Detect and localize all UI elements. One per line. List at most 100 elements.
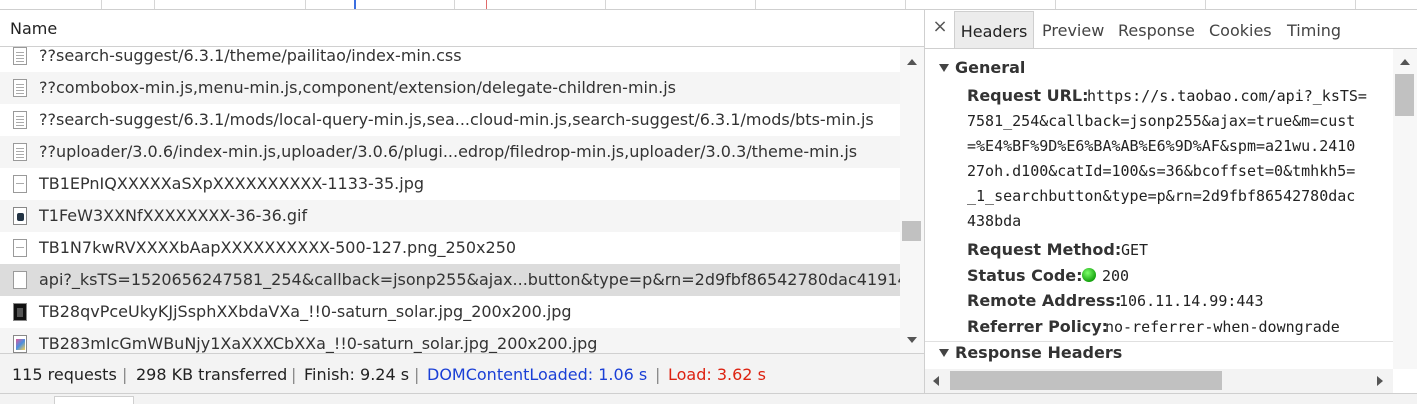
request-row[interactable]: TB283mIcGmWBuNjy1XaXXXCbXXa_!!0-saturn_s… (0, 328, 900, 353)
tab-response[interactable]: Response (1118, 11, 1195, 47)
request-row[interactable]: TB1EPnIQXXXXXaSXpXXXXXXXXXX-1133-35.jpg (0, 168, 900, 200)
scroll-up-arrow-icon[interactable] (907, 59, 917, 65)
scroll-right-arrow-icon[interactable] (1377, 376, 1383, 386)
request-url-value: 438bda (967, 212, 1022, 230)
expand-triangle-icon (939, 64, 949, 72)
tab-timing[interactable]: Timing (1287, 11, 1341, 47)
request-count: 115 requests (12, 365, 117, 384)
load-time: Load: 3.62 s (668, 365, 766, 384)
referrer-policy-value: no-referrer-when-downgrade (1105, 318, 1340, 336)
tab-headers[interactable]: Headers (954, 11, 1034, 48)
timeline-gridline (1355, 0, 1356, 9)
timeline-gridline (305, 0, 306, 9)
status-code-value: 200 (1102, 267, 1130, 285)
separator: | (291, 365, 297, 384)
timeline-gridline (454, 0, 455, 9)
detail-tab-bar: × Headers Preview Response Cookies Timin… (925, 10, 1417, 49)
request-name: T1FeW3XXNfXXXXXXXX-36-36.gif (39, 206, 308, 225)
request-url-value: https://s.taobao.com/api?_ksTS= (1087, 87, 1367, 105)
request-row[interactable]: T1FeW3XXNfXXXXXXXX-36-36.gif (0, 200, 900, 232)
request-name: ??search-suggest/6.3.1/theme/pailitao/in… (39, 47, 462, 65)
image-icon (13, 175, 27, 193)
request-name: api?_ksTS=1520656247581_254&callback=jso… (39, 270, 900, 289)
close-icon[interactable]: × (930, 16, 950, 37)
status-ok-dot-icon (1082, 268, 1096, 282)
request-name: TB1N7kwRVXXXXbAapXXXXXXXXXX-500-127.png_… (39, 238, 517, 257)
scroll-up-arrow-icon[interactable] (1400, 59, 1410, 65)
request-name: TB283mIcGmWBuNjy1XaXXXCbXXa_!!0-saturn_s… (39, 334, 598, 353)
document-icon (13, 111, 27, 129)
request-url-value: 7581_254&callback=jsonp255&ajax=true&m=c… (967, 112, 1356, 130)
expand-triangle-icon (939, 349, 949, 357)
status-code-label: Status Code: (967, 266, 1083, 285)
separator: | (122, 365, 128, 384)
image-icon (13, 239, 27, 257)
detail-horizontal-scrollbar[interactable] (925, 369, 1393, 393)
scrollbar-thumb[interactable] (902, 221, 921, 241)
timeline-load-marker (486, 0, 487, 9)
request-name: ??combobox-min.js,menu-min.js,component/… (39, 78, 676, 97)
timeline-gridline (1205, 0, 1206, 9)
separator: | (655, 365, 661, 384)
request-name: ??uploader/3.0.6/index-min.js,uploader/3… (39, 142, 858, 161)
remote-address-label: Remote Address: (967, 291, 1122, 310)
scrollbar-thumb[interactable] (1395, 74, 1414, 116)
request-row[interactable]: TB28qvPceUkyKJjSsphXXbdaVXa_!!0-saturn_s… (0, 296, 900, 328)
name-column-header[interactable]: Name (0, 10, 924, 47)
drawer-tab-strip (0, 393, 1417, 404)
general-section-title: General (955, 58, 1026, 77)
network-summary-bar: 115 requests | 298 KB transferred | Fini… (0, 353, 925, 394)
blank-file-icon (13, 271, 27, 289)
colorful-thumbnail-icon (13, 335, 27, 353)
request-row[interactable]: ??search-suggest/6.3.1/theme/pailitao/in… (0, 47, 900, 72)
tab-preview[interactable]: Preview (1042, 11, 1104, 47)
timeline-domcontentloaded-marker (354, 0, 356, 9)
requests-vertical-scrollbar[interactable] (900, 47, 924, 353)
request-url-value: _1_searchbutton&type=p&rn=2d9fbf86542780… (967, 187, 1356, 205)
request-name: ??search-suggest/6.3.1/mods/local-query-… (39, 110, 874, 129)
timeline-gridline (154, 0, 155, 9)
scrollbar-thumb[interactable] (950, 371, 1222, 390)
dark-thumbnail-icon (13, 303, 27, 321)
request-row[interactable]: ??combobox-min.js,menu-min.js,component/… (0, 72, 900, 104)
request-url-value: =%E4%BF%9D%E6%BA%AB%E6%9D%AF&spm=a21wu.2… (967, 137, 1356, 155)
request-url-value: 27oh.d100&catId=100&s=36&bcoffset=0&tmhk… (967, 162, 1356, 180)
request-row[interactable]: TB1N7kwRVXXXXbAapXXXXXXXXXX-500-127.png_… (0, 232, 900, 264)
detail-vertical-scrollbar[interactable] (1393, 49, 1417, 369)
timeline-gridline (605, 0, 606, 9)
request-method-label: Request Method: (967, 240, 1122, 259)
timeline-gridline (755, 0, 756, 9)
document-icon (13, 47, 27, 65)
overview-timeline[interactable] (0, 0, 1417, 10)
timeline-gridline (1055, 0, 1056, 9)
response-headers-section-toggle[interactable]: Response Headers (939, 343, 1122, 362)
request-url-label: Request URL: (967, 86, 1089, 105)
request-method-value: GET (1121, 241, 1149, 259)
requests-panel: Name ??search-suggest/6.3.1/theme/pailit… (0, 10, 925, 353)
domcontentloaded-time: DOMContentLoaded: 1.06 s (427, 365, 648, 384)
gif-thumbnail-icon (13, 207, 27, 225)
requests-list[interactable]: ??search-suggest/6.3.1/theme/pailitao/in… (0, 47, 900, 353)
request-detail-panel: × Headers Preview Response Cookies Timin… (925, 10, 1417, 393)
scroll-left-arrow-icon[interactable] (933, 376, 939, 386)
tab-cookies[interactable]: Cookies (1209, 11, 1272, 47)
remote-address-value: 106.11.14.99:443 (1119, 292, 1264, 310)
general-section-toggle[interactable]: General (939, 58, 1025, 77)
request-row[interactable]: ??uploader/3.0.6/index-min.js,uploader/3… (0, 136, 900, 168)
timeline-gridline (905, 0, 906, 9)
finish-time: Finish: 9.24 s (304, 365, 410, 384)
scroll-down-arrow-icon[interactable] (907, 337, 917, 343)
request-name: TB28qvPceUkyKJjSsphXXbdaVXa_!!0-saturn_s… (39, 302, 572, 321)
request-row[interactable]: ??search-suggest/6.3.1/mods/local-query-… (0, 104, 900, 136)
separator: | (414, 365, 420, 384)
section-divider (925, 341, 1393, 342)
response-headers-section-title: Response Headers (955, 343, 1123, 362)
document-icon (13, 79, 27, 97)
name-column-label: Name (10, 19, 58, 38)
timeline-gridline (101, 0, 102, 9)
transferred-size: 298 KB transferred (136, 365, 288, 384)
request-row-selected[interactable]: api?_ksTS=1520656247581_254&callback=jso… (0, 264, 900, 296)
document-icon (13, 143, 27, 161)
headers-content: General Request URL: https://s.taobao.co… (925, 49, 1393, 369)
referrer-policy-label: Referrer Policy: (967, 317, 1109, 336)
